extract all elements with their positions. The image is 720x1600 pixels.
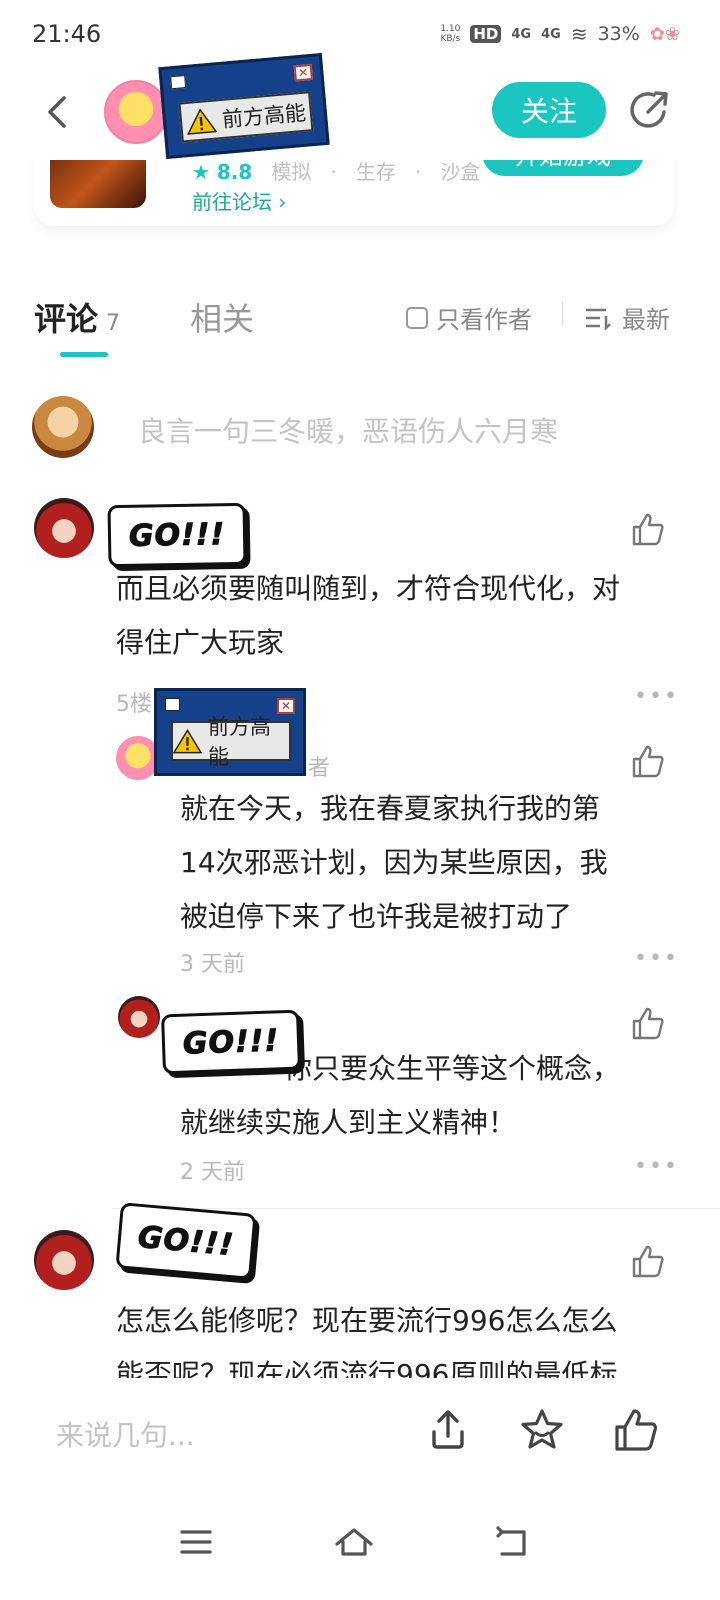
wifi-icon: ≋ [570, 22, 588, 46]
signal-icon-sim1: 4G [511, 26, 532, 42]
warning-icon [186, 107, 218, 135]
tab-comments[interactable]: 评论 7 [34, 294, 120, 340]
star-icon[interactable] [518, 1406, 566, 1454]
game-rating: ★ 8.8 [192, 160, 253, 184]
more-dots-icon[interactable]: ••• [634, 1154, 679, 1179]
reply-meta: 3 天前 [180, 952, 245, 977]
comments-count: 7 [106, 311, 121, 336]
home-icon[interactable] [334, 1522, 374, 1562]
system-nav-bar [0, 1488, 720, 1600]
game-tag-3: 沙盒 [440, 160, 481, 184]
go-sticker: GO!!! [115, 1202, 257, 1280]
back-arrow-icon[interactable] [40, 92, 80, 132]
more-dots-icon[interactable]: ••• [634, 946, 679, 971]
game-tag-2: 生存 [355, 160, 396, 184]
tag-separator: · [330, 160, 337, 184]
divider [562, 302, 563, 326]
warning-popup-sticker: ✕ 前方高能 [154, 688, 306, 776]
status-time: 21:46 [32, 20, 102, 48]
warning-icon [173, 728, 202, 753]
thumbs-up-icon[interactable] [630, 1244, 666, 1280]
thumbs-up-icon[interactable] [630, 512, 666, 548]
game-tag-1: 模拟 [271, 160, 312, 184]
go-sticker: GO!!! [160, 1009, 302, 1075]
comment-text: 怎怎么能修呢？现在要流行996怎么怎么 能盃呢？现在必须流行996原则的最低标 [116, 1304, 618, 1378]
tag-separator: · [415, 160, 422, 184]
commenter-avatar[interactable] [34, 1230, 94, 1290]
reply-meta: 2 天前 [180, 1160, 245, 1185]
checkbox-icon[interactable] [406, 306, 428, 329]
comment-meta: 5楼 [116, 692, 152, 717]
reply-text: 就在今天，我在春夏家执行我的第 14次邪恶计划，因为某些原因，我 被迫停下来了也… [180, 792, 608, 933]
go-sticker: GO!!! [107, 502, 247, 568]
close-icon: ✕ [293, 63, 313, 82]
reply-author-suffix: 者 [308, 756, 331, 781]
active-tab-indicator [60, 352, 108, 357]
comment-tabs: 评论 7 相关 只看作者 最新 [0, 290, 720, 360]
comment-text: 而且必须要随叫随到，才符合现代化，对 得住广大玩家 [116, 572, 621, 659]
menu-icon[interactable] [176, 1522, 216, 1562]
sort-icon [586, 308, 611, 330]
author-avatar[interactable] [104, 80, 168, 144]
thumbs-up-icon[interactable] [612, 1406, 660, 1454]
compose-placeholder[interactable]: 良言一句三冬暖，恶语伤人六月寒 [138, 410, 558, 450]
my-avatar [32, 396, 94, 458]
minimize-icon [170, 75, 187, 90]
game-tags: ★ 8.8 模拟 · 生存 · 沙盒 [192, 156, 480, 185]
warning-popup-sticker: ✕ 前方高能 [158, 53, 330, 159]
compose-row[interactable]: 良言一句三冬暖，恶语伤人六月寒 [0, 390, 720, 470]
more-dots-icon[interactable]: ••• [634, 684, 679, 709]
status-icons: 1.10 KB/s HD 4G 4G ≋ 33% ✿❀ [440, 22, 680, 46]
commenter-avatar[interactable] [34, 498, 94, 558]
forum-link[interactable]: 前往论坛 › [192, 186, 286, 215]
hd-icon: HD [470, 25, 502, 43]
flower-icon: ✿❀ [649, 23, 680, 45]
tab-related[interactable]: 相关 [190, 294, 254, 340]
popup-label: 前方高能 [207, 715, 271, 769]
minimize-icon [165, 698, 180, 711]
reply-avatar[interactable] [118, 996, 160, 1038]
share-upload-icon[interactable] [424, 1406, 472, 1454]
battery-percent: 33% [597, 23, 640, 45]
thumbs-up-icon[interactable] [630, 744, 666, 780]
net-speed: 1.10 KB/s [440, 24, 461, 44]
top-header: 关注 [0, 70, 720, 160]
follow-button[interactable]: 关注 [492, 82, 606, 138]
popup-label: 前方高能 [221, 100, 307, 132]
bottom-action-bar: 来说几句... [0, 1378, 720, 1488]
sort-newest-button[interactable]: 最新 [584, 300, 670, 335]
signal-icon-sim2: 4G [541, 26, 561, 42]
author-only-toggle[interactable]: 只看作者 [406, 300, 532, 335]
back-nav-icon[interactable] [492, 1522, 532, 1562]
status-bar: 21:46 1.10 KB/s HD 4G 4G ≋ 33% ✿❀ [0, 0, 720, 70]
share-icon[interactable] [628, 88, 672, 132]
reply-input[interactable]: 来说几句... [56, 1414, 195, 1454]
thumbs-up-icon[interactable] [630, 1006, 666, 1042]
